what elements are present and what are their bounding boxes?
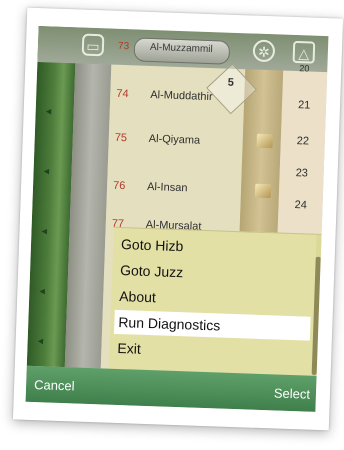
- mosque-icon[interactable]: △: [292, 40, 316, 64]
- band-ornament-icon: ◂: [45, 105, 52, 118]
- band-ornament-icon: ◂: [37, 335, 44, 348]
- current-surah-number: 73: [117, 40, 130, 53]
- gold-ornament-icon: [256, 133, 274, 149]
- page-number: 21: [297, 99, 311, 112]
- surah-name: Al-Insan: [146, 180, 188, 195]
- current-surah-name: Al-Muzzammil: [149, 41, 213, 56]
- page-number: 22: [296, 135, 310, 148]
- page-number: 23: [295, 167, 309, 180]
- cancel-button[interactable]: Cancel: [34, 377, 75, 393]
- gold-ornament-icon: [254, 183, 272, 199]
- surah-number: 76: [112, 179, 126, 193]
- menu-scroll-thumb[interactable]: [311, 256, 321, 375]
- surah-number: 75: [114, 131, 128, 145]
- phone-screen: ◂ ◂ ◂ ◂ ◂ ▭ 73 Al-Muzzammil ✲ △ 20 74 Al…: [25, 26, 329, 412]
- screenshot-card: ◂ ◂ ◂ ◂ ◂ ▭ 73 Al-Muzzammil ✲ △ 20 74 Al…: [12, 7, 344, 431]
- surah-name: Al-Qiyama: [148, 132, 201, 147]
- menu-item-exit[interactable]: Exit: [113, 336, 310, 367]
- band-ornament-icon: ◂: [39, 285, 46, 298]
- surah-number: 74: [116, 87, 129, 101]
- page-number: 24: [294, 199, 308, 212]
- surah-name: Al-Muddathir: [150, 88, 213, 104]
- band-ornament-icon: ◂: [43, 165, 50, 178]
- badge-number: 5: [227, 76, 235, 89]
- current-page-number: 20: [299, 63, 310, 74]
- frame-icon[interactable]: ▭: [81, 33, 105, 57]
- options-menu: Goto Hizb Goto Juzz About Run Diagnostic…: [108, 226, 322, 377]
- gear-icon[interactable]: ✲: [252, 39, 276, 63]
- select-button[interactable]: Select: [274, 385, 311, 401]
- list-item[interactable]: 75 Al-Qiyama: [108, 117, 243, 162]
- band-ornament-icon: ◂: [41, 225, 48, 238]
